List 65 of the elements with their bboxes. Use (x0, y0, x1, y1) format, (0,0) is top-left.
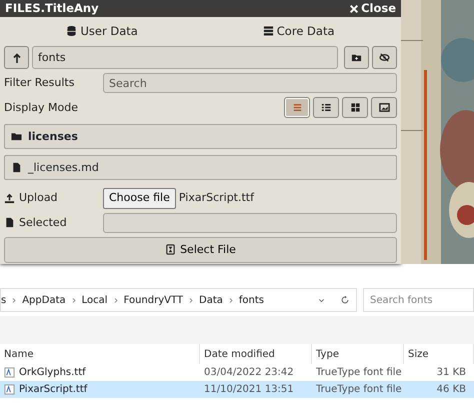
folder-row[interactable]: licenses (4, 124, 397, 150)
font-file-icon (4, 367, 15, 378)
list-icon (320, 102, 332, 114)
source-tab[interactable]: User Data (66, 22, 138, 40)
chevron-icon (228, 296, 234, 304)
table-cell: 11/10/2021 13:51 (200, 381, 312, 398)
close-button[interactable]: Close (349, 0, 396, 18)
table-cell-text: 31 KB (436, 366, 467, 380)
table-cell: TrueType font file (312, 381, 404, 398)
source-tab[interactable]: Core Data (262, 22, 335, 40)
file-name: PixarScript.ttf (178, 190, 254, 206)
folder-icon (11, 131, 22, 142)
chevron-icon (112, 296, 119, 304)
server-icon (262, 25, 274, 38)
chevron-icon (70, 296, 77, 304)
select-file-button[interactable]: Select File (4, 236, 397, 263)
hourglass-icon (165, 244, 176, 256)
breadcrumb-item[interactable]: Data (194, 292, 228, 308)
new-folder-icon (351, 52, 362, 64)
breadcrumb-item[interactable]: fonts (234, 292, 270, 308)
file-icon (11, 162, 22, 174)
table-cell-text: 03/04/2022 23:42 (203, 366, 295, 380)
database-icon (66, 25, 78, 38)
entry-name: licenses (28, 128, 78, 144)
selected-field[interactable] (103, 212, 397, 233)
column-header[interactable]: Name (0, 344, 200, 364)
new-folder-button[interactable] (344, 46, 369, 70)
window-title: FILES.TitleAny (5, 0, 99, 17)
path-field[interactable]: fonts (32, 46, 338, 70)
breadcrumb-item[interactable]: AppData (17, 292, 71, 308)
column-header[interactable]: Type (312, 344, 404, 364)
upload-icon (4, 193, 15, 204)
eye-slash-icon (379, 52, 390, 64)
field-label: Selected (19, 214, 67, 230)
breadcrumb-item[interactable]: FoundryVTT (118, 292, 188, 308)
field-label: Upload (19, 190, 58, 206)
display-mode-button[interactable] (342, 97, 368, 118)
chevron-icon (188, 296, 194, 304)
entry-name: _licenses.md (28, 160, 99, 176)
display-mode-button[interactable] (313, 97, 339, 118)
breadcrumb-item[interactable]: Local (76, 292, 113, 308)
choose-file-button[interactable]: Choose file (103, 188, 176, 209)
up-arrow-icon (10, 52, 22, 64)
field-label: Filter Results (4, 75, 76, 91)
column-header[interactable]: Size (404, 344, 474, 364)
display-mode-button[interactable] (371, 97, 397, 118)
file-name: OrkGlyphs.ttf (19, 366, 86, 380)
file-icon (4, 217, 15, 228)
table-cell: 46 KB (404, 381, 474, 398)
search-field[interactable]: Search (103, 73, 397, 94)
chevron-icon (11, 296, 18, 304)
image-icon (378, 102, 390, 114)
file-name: PixarScript.ttf (19, 383, 88, 397)
hide-button[interactable] (372, 46, 397, 70)
breadcrumb-item[interactable]: s (1, 292, 12, 308)
file-row[interactable]: _licenses.md (4, 155, 397, 180)
menu-icon (292, 102, 302, 114)
grid-icon (350, 102, 360, 114)
close-icon (349, 4, 360, 14)
column-header[interactable]: Date modified (200, 344, 312, 364)
font-file-icon (4, 384, 15, 395)
field-label: Display Mode (4, 100, 80, 116)
refresh-icon (340, 295, 350, 305)
up-button[interactable] (4, 46, 29, 70)
table-cell-text: TrueType font file (315, 366, 403, 380)
